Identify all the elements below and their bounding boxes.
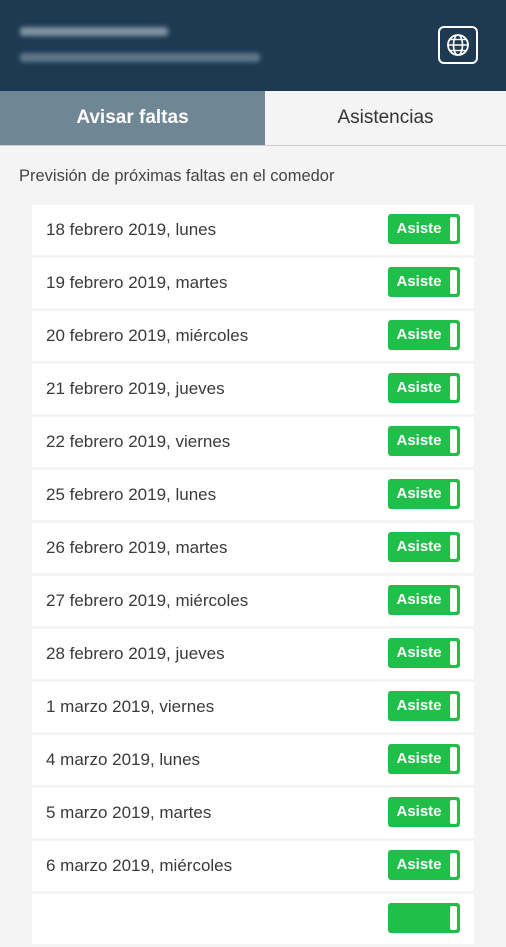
day-label: 25 febrero 2019, lunes: [46, 485, 217, 504]
toggle-knob: [450, 482, 457, 506]
day-row: 28 febrero 2019, jueves Asiste: [32, 629, 474, 679]
day-row: [32, 894, 474, 944]
attendance-toggle-label: Asiste: [396, 538, 442, 555]
attendance-toggle[interactable]: Asiste: [388, 373, 460, 403]
attendance-toggle-label: Asiste: [396, 644, 442, 661]
day-label: 26 febrero 2019, martes: [46, 538, 228, 557]
toggle-knob: [450, 588, 457, 612]
day-label: 22 febrero 2019, viernes: [46, 432, 231, 451]
attendance-toggle[interactable]: Asiste: [388, 850, 460, 880]
day-label: 28 febrero 2019, jueves: [46, 644, 225, 663]
attendance-toggle[interactable]: Asiste: [388, 744, 460, 774]
attendance-toggle[interactable]: Asiste: [388, 638, 460, 668]
toggle-knob: [450, 906, 457, 930]
toggle-knob: [450, 217, 457, 241]
tab-avisar-faltas[interactable]: Avisar faltas: [0, 91, 265, 145]
attendance-toggle-label: Asiste: [396, 750, 442, 767]
attendance-toggle[interactable]: [388, 903, 460, 933]
attendance-toggle-label: Asiste: [396, 379, 442, 396]
day-row: 22 febrero 2019, viernes Asiste: [32, 417, 474, 467]
day-row: 21 febrero 2019, jueves Asiste: [32, 364, 474, 414]
day-row: 4 marzo 2019, lunes Asiste: [32, 735, 474, 785]
attendance-toggle-label: Asiste: [396, 485, 442, 502]
day-row: 6 marzo 2019, miércoles Asiste: [32, 841, 474, 891]
day-label: 1 marzo 2019, viernes: [46, 697, 215, 716]
day-row: 26 febrero 2019, martes Asiste: [32, 523, 474, 573]
attendance-toggle-label: Asiste: [396, 697, 442, 714]
attendance-toggle[interactable]: Asiste: [388, 797, 460, 827]
attendance-toggle[interactable]: Asiste: [388, 426, 460, 456]
student-name-redacted: [20, 27, 168, 36]
toggle-knob: [450, 270, 457, 294]
toggle-knob: [450, 641, 457, 665]
attendance-toggle-label: Asiste: [396, 432, 442, 449]
attendance-toggle-label: Asiste: [396, 803, 442, 820]
attendance-toggle[interactable]: Asiste: [388, 532, 460, 562]
attendance-toggle[interactable]: Asiste: [388, 479, 460, 509]
toggle-knob: [450, 323, 457, 347]
app-header: [0, 0, 506, 91]
student-course-redacted: [20, 53, 260, 62]
attendance-toggle-label: Asiste: [396, 220, 442, 237]
tab-asistencias[interactable]: Asistencias: [265, 91, 506, 145]
day-label: 18 febrero 2019, lunes: [46, 220, 217, 239]
attendance-toggle[interactable]: Asiste: [388, 320, 460, 350]
section-title: Previsión de próximas faltas en el comed…: [19, 167, 335, 185]
toggle-knob: [450, 376, 457, 400]
day-label: 27 febrero 2019, miércoles: [46, 591, 249, 610]
toggle-knob: [450, 747, 457, 771]
attendance-toggle-label: [388, 903, 450, 933]
day-label: 4 marzo 2019, lunes: [46, 750, 201, 769]
day-row: 19 febrero 2019, martes Asiste: [32, 258, 474, 308]
toggle-knob: [450, 535, 457, 559]
toggle-knob: [450, 800, 457, 824]
toggle-knob: [450, 853, 457, 877]
day-row: 20 febrero 2019, miércoles Asiste: [32, 311, 474, 361]
globe-icon: [447, 34, 469, 56]
attendance-toggle[interactable]: Asiste: [388, 267, 460, 297]
attendance-toggle-label: Asiste: [396, 856, 442, 873]
day-row: 5 marzo 2019, martes Asiste: [32, 788, 474, 838]
day-label: 20 febrero 2019, miércoles: [46, 326, 249, 345]
day-row: 27 febrero 2019, miércoles Asiste: [32, 576, 474, 626]
toggle-knob: [450, 429, 457, 453]
day-row: 25 febrero 2019, lunes Asiste: [32, 470, 474, 520]
tab-bar: Avisar faltas Asistencias: [0, 91, 506, 146]
day-label: 6 marzo 2019, miércoles: [46, 856, 233, 875]
attendance-toggle-label: Asiste: [396, 591, 442, 608]
day-list: 18 febrero 2019, lunes Asiste 19 febrero 2…: [32, 205, 474, 947]
day-label: 21 febrero 2019, jueves: [46, 379, 225, 398]
day-row: 18 febrero 2019, lunes Asiste: [32, 205, 474, 255]
attendance-toggle-label: Asiste: [396, 326, 442, 343]
attendance-toggle-label: Asiste: [396, 273, 442, 290]
attendance-toggle[interactable]: Asiste: [388, 585, 460, 615]
attendance-toggle[interactable]: Asiste: [388, 691, 460, 721]
language-button[interactable]: [438, 26, 478, 64]
attendance-toggle[interactable]: Asiste: [388, 214, 460, 244]
toggle-knob: [450, 694, 457, 718]
day-label: 19 febrero 2019, martes: [46, 273, 228, 292]
day-row: 1 marzo 2019, viernes Asiste: [32, 682, 474, 732]
day-label: 5 marzo 2019, martes: [46, 803, 212, 822]
